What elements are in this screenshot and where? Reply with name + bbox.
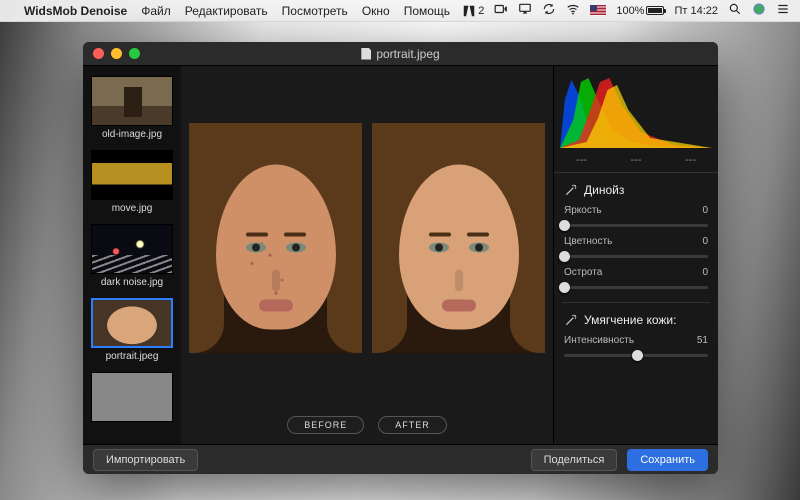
menubar-app-name[interactable]: WidsMob Denoise	[24, 4, 127, 18]
menubar-item[interactable]: Файл	[141, 4, 171, 18]
battery-icon	[646, 6, 664, 15]
bottom-toolbar: Импортировать Поделиться Сохранить	[83, 444, 718, 474]
denoise-slider-row: Яркость 0	[554, 201, 718, 232]
spotlight-icon[interactable]	[728, 2, 742, 19]
image-after	[372, 123, 545, 353]
app-window: portrait.jpeg old-image.jpg move.jpg dar…	[83, 42, 718, 474]
window-title: portrait.jpeg	[376, 47, 439, 61]
denoise-slider-row: Цветность 0	[554, 232, 718, 263]
thumbnail-item[interactable]: portrait.jpeg	[91, 298, 173, 368]
menubar-item[interactable]: Окно	[362, 4, 390, 18]
input-source-flag-icon[interactable]	[590, 5, 606, 16]
thumbnail-item[interactable]: old-image.jpg	[91, 76, 173, 146]
siri-icon[interactable]	[752, 2, 766, 19]
window-titlebar[interactable]: portrait.jpeg	[83, 42, 718, 66]
denoise-slider[interactable]	[564, 218, 708, 232]
histogram-readouts: --- --- ---	[554, 152, 718, 173]
slider-label: Острота	[564, 267, 602, 278]
thumbnail-label: move.jpg	[91, 200, 173, 220]
slider-value: 0	[702, 236, 708, 247]
denoise-section-title: Динойз	[554, 173, 718, 201]
menubar-item[interactable]: Посмотреть	[282, 4, 348, 18]
skin-slider[interactable]	[564, 348, 708, 362]
before-button[interactable]: BEFORE	[287, 416, 364, 434]
thumbnail-item[interactable]	[91, 372, 173, 431]
thumbnail-label	[91, 422, 173, 431]
denoise-slider[interactable]	[564, 249, 708, 263]
image-before	[189, 123, 362, 353]
slider-knob[interactable]	[559, 251, 570, 262]
adobe-cc-icon[interactable]: 2	[462, 4, 484, 18]
macos-menubar: WidsMob Denoise Файл Редактировать Посмо…	[0, 0, 800, 22]
adjustments-panel: --- --- --- Динойз Яркость 0 Цветность 0	[553, 66, 718, 444]
slider-value: 0	[702, 267, 708, 278]
save-button[interactable]: Сохранить	[627, 449, 708, 471]
share-button[interactable]: Поделиться	[531, 449, 618, 471]
thumbnail-item[interactable]: move.jpg	[91, 150, 173, 220]
histogram	[560, 70, 712, 148]
battery-indicator[interactable]: 100%	[616, 5, 664, 17]
compare-canvas	[181, 66, 553, 410]
airplay-icon[interactable]	[518, 2, 532, 19]
main-area: BEFORE AFTER	[181, 66, 553, 444]
menubar-clock[interactable]: Пт 14:22	[674, 5, 718, 17]
import-button[interactable]: Импортировать	[93, 449, 198, 471]
menubar-item[interactable]: Редактировать	[185, 4, 268, 18]
thumbnail-label: dark noise.jpg	[91, 274, 173, 294]
thumbnail-item[interactable]: dark noise.jpg	[91, 224, 173, 294]
wifi-icon[interactable]	[566, 2, 580, 19]
slider-value: 0	[702, 205, 708, 216]
slider-label: Интенсивность	[564, 335, 634, 346]
thumbnail-image	[91, 76, 173, 126]
document-icon	[361, 48, 371, 60]
screen-record-icon[interactable]	[494, 2, 508, 19]
thumbnail-image	[91, 224, 173, 274]
thumbnail-image	[91, 372, 173, 422]
denoise-slider-row: Острота 0	[554, 263, 718, 294]
sync-icon[interactable]	[542, 2, 556, 19]
slider-knob[interactable]	[559, 220, 570, 231]
wand-icon	[564, 313, 578, 327]
thumbnail-image	[91, 298, 173, 348]
slider-knob[interactable]	[632, 350, 643, 361]
wand-icon	[564, 183, 578, 197]
thumbnail-image	[91, 150, 173, 200]
skin-slider-row: Интенсивность 51	[554, 331, 718, 362]
menubar-item[interactable]: Помощь	[404, 4, 450, 18]
thumbnail-sidebar[interactable]: old-image.jpg move.jpg dark noise.jpg po…	[83, 66, 181, 444]
denoise-slider[interactable]	[564, 280, 708, 294]
notification-center-icon[interactable]	[776, 2, 790, 19]
slider-label: Цветность	[564, 236, 612, 247]
thumbnail-label: portrait.jpeg	[91, 348, 173, 368]
slider-label: Яркость	[564, 205, 602, 216]
after-button[interactable]: AFTER	[378, 416, 447, 434]
skin-section-title: Умягчение кожи:	[554, 303, 718, 331]
thumbnail-label: old-image.jpg	[91, 126, 173, 146]
slider-value: 51	[697, 335, 708, 346]
slider-knob[interactable]	[559, 282, 570, 293]
